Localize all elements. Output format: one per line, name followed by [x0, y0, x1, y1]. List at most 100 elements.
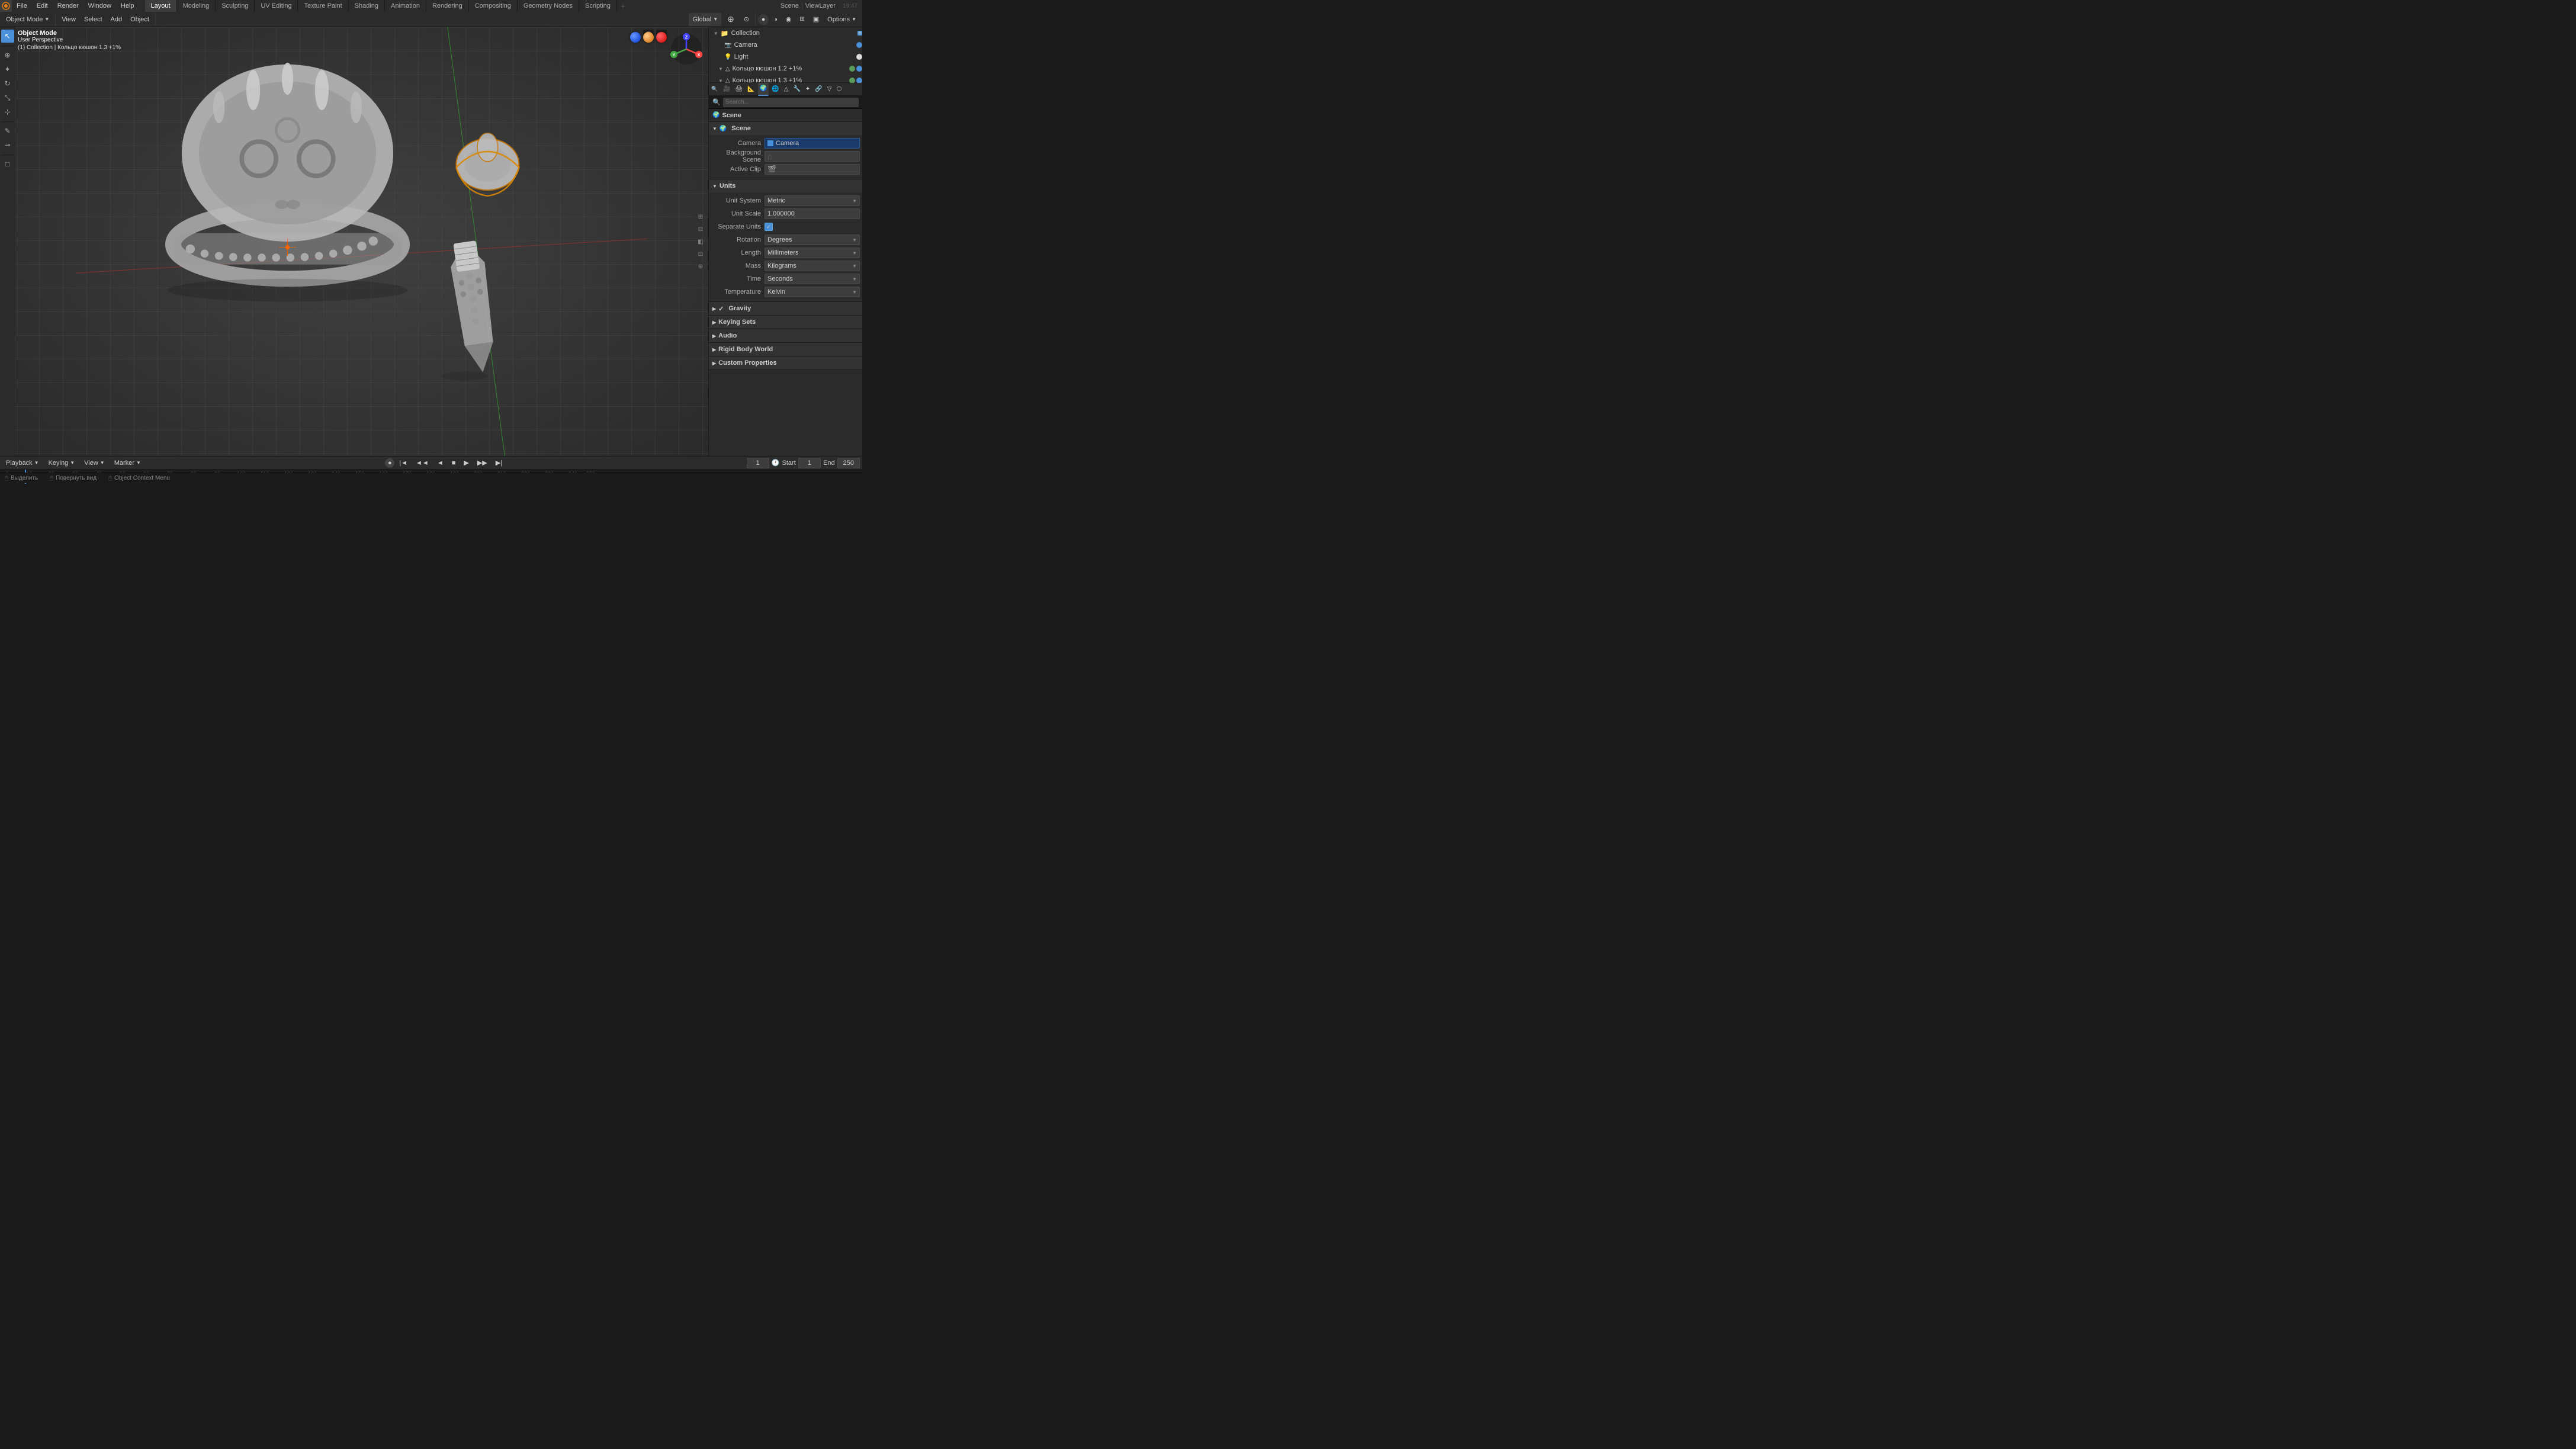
- tool-annotate[interactable]: ✎: [1, 124, 14, 137]
- middle-mouse-icon: 🖱: [50, 475, 53, 481]
- separate-units-checkbox[interactable]: ✓: [765, 223, 773, 231]
- marker-menu[interactable]: Marker ▼: [111, 457, 144, 470]
- menu-file[interactable]: File: [12, 1, 32, 11]
- keying-menu[interactable]: Keying ▼: [45, 457, 79, 470]
- tab-sculpting[interactable]: Sculpting: [216, 0, 255, 12]
- length-select[interactable]: Millimeters ▼: [765, 248, 860, 258]
- search-input-props[interactable]: [723, 98, 859, 107]
- select-menu[interactable]: Select: [81, 13, 106, 26]
- audio-section-header[interactable]: Audio: [709, 329, 862, 342]
- viewport-xray-btn[interactable]: ▣: [810, 13, 823, 26]
- background-scene-value[interactable]: ⌂: [765, 151, 860, 162]
- tab-texture-paint[interactable]: Texture Paint: [298, 0, 348, 12]
- tab-animation[interactable]: Animation: [385, 0, 426, 12]
- vp-icon-1[interactable]: ⊞: [695, 211, 706, 222]
- mass-select[interactable]: Kilograms ▼: [765, 261, 860, 271]
- snap-icon[interactable]: ⊕: [724, 13, 738, 26]
- current-frame-input[interactable]: 1: [747, 458, 769, 468]
- step-forward-btn[interactable]: ▶▶: [474, 457, 491, 470]
- keying-sets-section-header[interactable]: Keying Sets: [709, 316, 862, 329]
- viewport-overlay-btn[interactable]: ⊞: [796, 13, 808, 26]
- status-middle: 🖱 Повернуть вид: [50, 475, 97, 481]
- rigid-body-section-header[interactable]: Rigid Body World: [709, 343, 862, 356]
- tab-shading[interactable]: Shading: [349, 0, 385, 12]
- props-tab-modifier[interactable]: 🔧: [791, 83, 802, 96]
- vp-icon-5[interactable]: ⊕: [695, 261, 706, 272]
- viewport-shading-solid[interactable]: ●: [758, 14, 769, 25]
- tool-add-cube[interactable]: □: [1, 158, 14, 171]
- props-tab-render[interactable]: 🎥: [721, 83, 732, 96]
- end-frame-input[interactable]: 250: [837, 458, 860, 468]
- playback-menu[interactable]: Playback ▼: [2, 457, 43, 470]
- record-btn[interactable]: ●: [385, 458, 394, 468]
- jump-start-btn[interactable]: |◄: [396, 457, 411, 470]
- custom-props-section-header[interactable]: Custom Properties: [709, 356, 862, 370]
- tab-uv-editing[interactable]: UV Editing: [255, 0, 298, 12]
- object-menu[interactable]: Object: [127, 13, 153, 26]
- proportional-edit-icon[interactable]: ⊙: [740, 13, 753, 26]
- tree-item-light[interactable]: ▶ 💡 Light: [709, 51, 862, 63]
- gravity-section-header[interactable]: ✓ Gravity: [709, 302, 862, 315]
- props-tab-material[interactable]: ⬡: [834, 83, 843, 96]
- start-frame-input[interactable]: 1: [798, 458, 821, 468]
- props-tab-scene[interactable]: 🌍: [758, 83, 769, 96]
- tool-cursor[interactable]: ⊕: [1, 49, 14, 62]
- props-tab-data[interactable]: ▽: [826, 83, 834, 96]
- tree-vis-camera[interactable]: 👁: [857, 31, 862, 36]
- tree-item-collection[interactable]: ▼ 📁 Collection 👁: [709, 27, 862, 39]
- unit-scale-value[interactable]: 1.000000: [765, 208, 860, 219]
- props-tab-output[interactable]: 🖨: [734, 83, 745, 96]
- units-section-header[interactable]: Units: [709, 179, 862, 192]
- options-btn[interactable]: Options ▼: [824, 13, 860, 26]
- tool-move[interactable]: ✦: [1, 63, 14, 76]
- tool-rotate[interactable]: ↻: [1, 77, 14, 90]
- tab-scripting[interactable]: Scripting: [579, 0, 617, 12]
- temperature-select[interactable]: Kelvin ▼: [765, 287, 860, 297]
- props-tab-world[interactable]: 🌐: [770, 83, 780, 96]
- props-tab-particles[interactable]: ✦: [804, 83, 812, 96]
- viewport-shading-rendered[interactable]: ◉: [782, 13, 795, 26]
- menu-help[interactable]: Help: [116, 1, 139, 11]
- time-select[interactable]: Seconds ▼: [765, 274, 860, 284]
- tool-measure[interactable]: ⊸: [1, 139, 14, 152]
- props-tab-constraints[interactable]: 🔗: [813, 83, 824, 96]
- stop-btn[interactable]: ■: [448, 457, 460, 470]
- menu-edit[interactable]: Edit: [32, 1, 53, 11]
- tool-transform[interactable]: ⊹: [1, 105, 14, 118]
- scene-section-header[interactable]: 🌍 Scene: [709, 122, 862, 135]
- tab-modeling[interactable]: Modeling: [177, 0, 216, 12]
- main-viewport[interactable]: Object Mode User Perspective (1) Collect…: [15, 27, 708, 456]
- menu-window[interactable]: Window: [83, 1, 116, 11]
- vp-icon-3[interactable]: ◧: [695, 236, 706, 247]
- active-clip-row: Active Clip 🎬: [711, 163, 860, 175]
- tab-geometry-nodes[interactable]: Geometry Nodes: [518, 0, 579, 12]
- tool-select[interactable]: ↖: [1, 30, 14, 43]
- view-menu[interactable]: View: [58, 13, 79, 26]
- vp-icon-2[interactable]: ⊟: [695, 224, 706, 234]
- gizmo[interactable]: Z X Y: [669, 32, 704, 66]
- menu-render[interactable]: Render: [53, 1, 83, 11]
- jump-end-btn[interactable]: ▶|: [492, 457, 506, 470]
- tool-scale[interactable]: ⤡: [1, 91, 14, 104]
- unit-system-select[interactable]: Metric ▼: [765, 195, 860, 206]
- viewport-shading-material[interactable]: ◑: [770, 13, 781, 26]
- tab-layout[interactable]: Layout: [145, 0, 177, 12]
- active-clip-value[interactable]: 🎬: [765, 164, 860, 175]
- props-tab-view-layer[interactable]: 📐: [746, 83, 756, 96]
- camera-value[interactable]: Camera: [765, 138, 860, 149]
- rotation-select[interactable]: Degrees ▼: [765, 234, 860, 245]
- tab-compositing[interactable]: Compositing: [469, 0, 518, 12]
- tab-rendering[interactable]: Rendering: [426, 0, 469, 12]
- tree-item-camera[interactable]: ▶ 📷 Camera: [709, 39, 862, 51]
- mode-selector[interactable]: Object Mode ▼: [2, 13, 53, 26]
- view-menu-tl[interactable]: View ▼: [81, 457, 108, 470]
- play-btn[interactable]: ▶: [460, 457, 472, 470]
- props-tab-object[interactable]: △: [782, 83, 791, 96]
- gravity-chevron: [712, 305, 716, 312]
- step-back-btn[interactable]: ◄◄: [412, 457, 432, 470]
- add-menu[interactable]: Add: [107, 13, 126, 26]
- vp-icon-4[interactable]: ⊡: [695, 249, 706, 259]
- play-reverse-btn[interactable]: ◄: [433, 457, 447, 470]
- tree-item-mesh1[interactable]: ▼ △ Кольцо кюшон 1.2 +1%: [709, 63, 862, 75]
- global-selector[interactable]: Global ▼: [689, 13, 721, 26]
